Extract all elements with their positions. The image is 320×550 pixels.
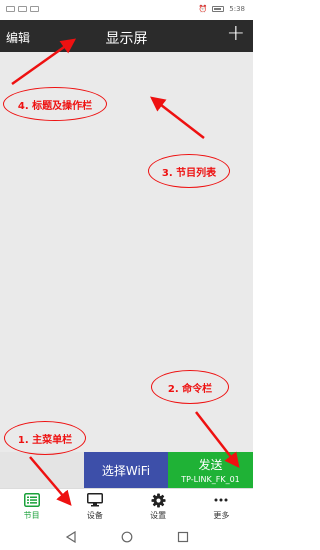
back-icon[interactable] <box>63 529 79 545</box>
alarm-icon: ⏰ <box>198 5 208 13</box>
tab-settings[interactable]: 设置 <box>127 489 190 523</box>
select-wifi-button[interactable]: 选择WiFi <box>84 452 168 488</box>
gear-icon <box>149 492 167 508</box>
command-bar: 选择WiFi 发送 TP-LINK_FK_01 <box>0 452 253 488</box>
status-icons-left <box>6 6 39 12</box>
tab-more-label: 更多 <box>213 511 230 520</box>
more-icon <box>212 492 230 508</box>
main-menu-bar: 节目 设备 设置 更多 <box>0 488 253 523</box>
tab-more[interactable]: 更多 <box>190 489 253 523</box>
recents-icon[interactable] <box>175 529 191 545</box>
battery-icon <box>212 6 225 12</box>
signal-icon <box>18 6 27 12</box>
status-bar: ⏰ 5:38 <box>0 0 253 20</box>
status-time: 5:38 <box>229 5 245 13</box>
home-icon[interactable] <box>119 529 135 545</box>
annotation-main-menu: 1. 主菜单栏 <box>4 421 86 455</box>
annotation-title-bar: 4. 标题及操作栏 <box>3 87 107 121</box>
send-button[interactable]: 发送 TP-LINK_FK_01 <box>168 452 253 488</box>
page-title: 显示屏 <box>105 31 148 47</box>
annotation-program-list: 3. 节目列表 <box>148 154 230 188</box>
wifi-status-icon <box>30 6 39 12</box>
annotation-command-bar: 2. 命令栏 <box>151 370 229 404</box>
tab-settings-label: 设置 <box>150 511 167 520</box>
edit-button[interactable]: 编辑 <box>6 29 30 46</box>
monitor-icon <box>86 492 104 508</box>
send-ssid: TP-LINK_FK_01 <box>181 475 240 484</box>
add-program-button[interactable]: + <box>227 23 245 45</box>
annotation-command-bar-text: 2. 命令栏 <box>167 383 213 395</box>
annotation-main-menu-text: 1. 主菜单栏 <box>17 434 73 446</box>
command-bar-spacer <box>0 452 84 488</box>
annotation-title-bar-text: 4. 标题及操作栏 <box>17 100 93 112</box>
status-icons-right: ⏰ 5:38 <box>199 5 245 13</box>
title-bar: 编辑 显示屏 + <box>0 20 253 52</box>
tab-devices-label: 设备 <box>86 511 103 520</box>
system-navigation-bar <box>0 523 253 550</box>
tab-programs-label: 节目 <box>23 511 40 520</box>
send-label: 发送 <box>198 458 223 472</box>
annotation-program-list-text: 3. 节目列表 <box>161 167 217 179</box>
select-wifi-label: 选择WiFi <box>101 463 151 478</box>
tab-devices[interactable]: 设备 <box>63 489 126 523</box>
tab-programs[interactable]: 节目 <box>0 489 63 523</box>
program-list-icon <box>23 492 41 508</box>
sim-icon <box>6 6 15 12</box>
